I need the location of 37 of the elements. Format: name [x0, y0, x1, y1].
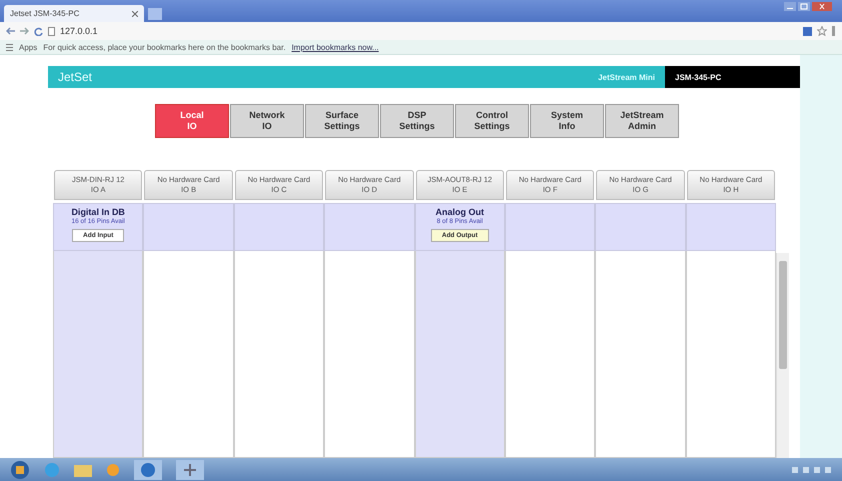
- apps-icon: [6, 44, 13, 50]
- folder-icon[interactable]: [74, 462, 92, 476]
- product-name: JetStream Mini: [598, 72, 655, 82]
- nav-tab[interactable]: System Info: [530, 104, 604, 138]
- brand-title: JetSet: [58, 70, 94, 84]
- nav-tab[interactable]: Surface Settings: [305, 104, 379, 138]
- extension-icon[interactable]: [803, 26, 812, 36]
- menu-icon[interactable]: [832, 26, 836, 36]
- bookmarks-hint: For quick access, place your bookmarks here on the bookmarks bar.: [43, 42, 286, 52]
- apps-link[interactable]: Apps: [19, 42, 38, 52]
- module-name: Digital In DB: [71, 207, 125, 217]
- reload-icon[interactable]: [34, 26, 43, 36]
- nav-tab[interactable]: Local IO: [155, 104, 229, 138]
- start-icon[interactable]: [10, 460, 30, 480]
- nav-tab[interactable]: Control Settings: [455, 104, 529, 138]
- nav-tab[interactable]: JetStream Admin: [605, 104, 679, 138]
- import-bookmarks-link[interactable]: Import bookmarks now...: [292, 42, 379, 52]
- page-icon: [48, 26, 55, 36]
- close-icon[interactable]: [812, 2, 832, 11]
- scrollbar[interactable]: [776, 253, 789, 458]
- tray-icons[interactable]: [792, 464, 832, 474]
- forward-icon[interactable]: [20, 27, 29, 35]
- minimize-icon[interactable]: [784, 2, 796, 11]
- module-name: Analog Out: [436, 207, 484, 217]
- address-field[interactable]: 127.0.0.1: [60, 26, 98, 36]
- maximize-icon[interactable]: [798, 2, 810, 11]
- device-name: JSM-345-PC: [665, 66, 800, 88]
- nav-tab[interactable]: Network IO: [230, 104, 304, 138]
- nav-tab[interactable]: DSP Settings: [380, 104, 454, 138]
- media-icon[interactable]: [106, 462, 120, 476]
- close-icon[interactable]: [132, 10, 138, 16]
- chrome-icon[interactable]: [134, 460, 162, 480]
- star-icon[interactable]: [817, 26, 827, 36]
- browser-tab[interactable]: Jetset JSM-345-PC: [4, 5, 144, 22]
- back-icon[interactable]: [6, 27, 15, 35]
- browser-icon[interactable]: [44, 462, 60, 478]
- app-icon[interactable]: [176, 460, 204, 480]
